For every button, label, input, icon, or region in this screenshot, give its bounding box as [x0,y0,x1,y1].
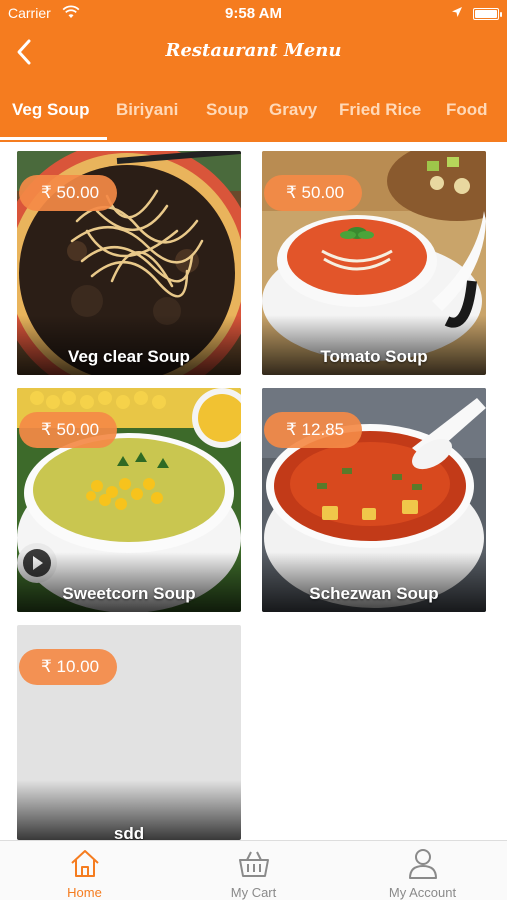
tab-biriyani[interactable]: Biriyani [116,100,178,120]
app-header: Carrier 9:58 AM Restaurant Menu Veg Soup… [0,0,507,142]
clock: 9:58 AM [225,5,282,22]
tab-fried-rice[interactable]: Fried Rice [339,100,421,120]
nav-my-cart[interactable]: My Cart [169,841,338,900]
basket-icon [239,851,269,877]
status-bar: Carrier 9:58 AM [0,0,507,26]
menu-item-name: Schezwan Soup [309,584,439,603]
category-tabs: Veg Soup Biriyani Soup Gravy Fried Rice … [0,92,507,142]
nav-my-account-label: My Account [388,885,457,900]
menu-item-card[interactable]: ₹ 12.85 Schezwan Soup [262,388,486,612]
nav-home-label: Home [67,885,102,900]
active-tab-indicator [0,137,107,140]
price-badge: ₹ 50.00 [19,175,118,211]
price-badge: ₹ 50.00 [19,412,118,448]
menu-item-name: Sweetcorn Soup [62,584,196,603]
page-title: Restaurant Menu [165,40,342,61]
battery-icon [473,8,502,20]
menu-item-name: Tomato Soup [320,347,428,366]
user-icon [409,849,437,879]
menu-item-card[interactable]: ₹ 50.00 Veg clear Soup [17,151,241,375]
tab-soup[interactable]: Soup [206,100,249,120]
menu-item-card[interactable]: ₹ 10.00 sdd [17,625,241,840]
bottom-nav: Home My Cart My Account [0,840,507,900]
menu-item-name: sdd [113,824,145,840]
price-badge: ₹ 10.00 [19,649,118,685]
menu-item-card[interactable]: ₹ 50.00 Tomato Soup [262,151,486,375]
menu-item-name: Veg clear Soup [68,347,190,366]
nav-home[interactable]: Home [0,841,169,900]
tab-gravy[interactable]: Gravy [269,100,317,120]
location-arrow-icon [451,5,463,21]
tab-veg-soup[interactable]: Veg Soup [12,100,89,120]
tab-food[interactable]: Food [446,100,488,120]
nav-my-cart-label: My Cart [230,885,277,900]
home-icon [71,850,99,877]
price-badge: ₹ 50.00 [264,175,363,211]
price-badge: ₹ 12.85 [264,412,363,448]
nav-my-account[interactable]: My Account [338,841,507,900]
menu-item-card[interactable]: ₹ 50.00 Sweetcorn Soup [17,388,241,612]
